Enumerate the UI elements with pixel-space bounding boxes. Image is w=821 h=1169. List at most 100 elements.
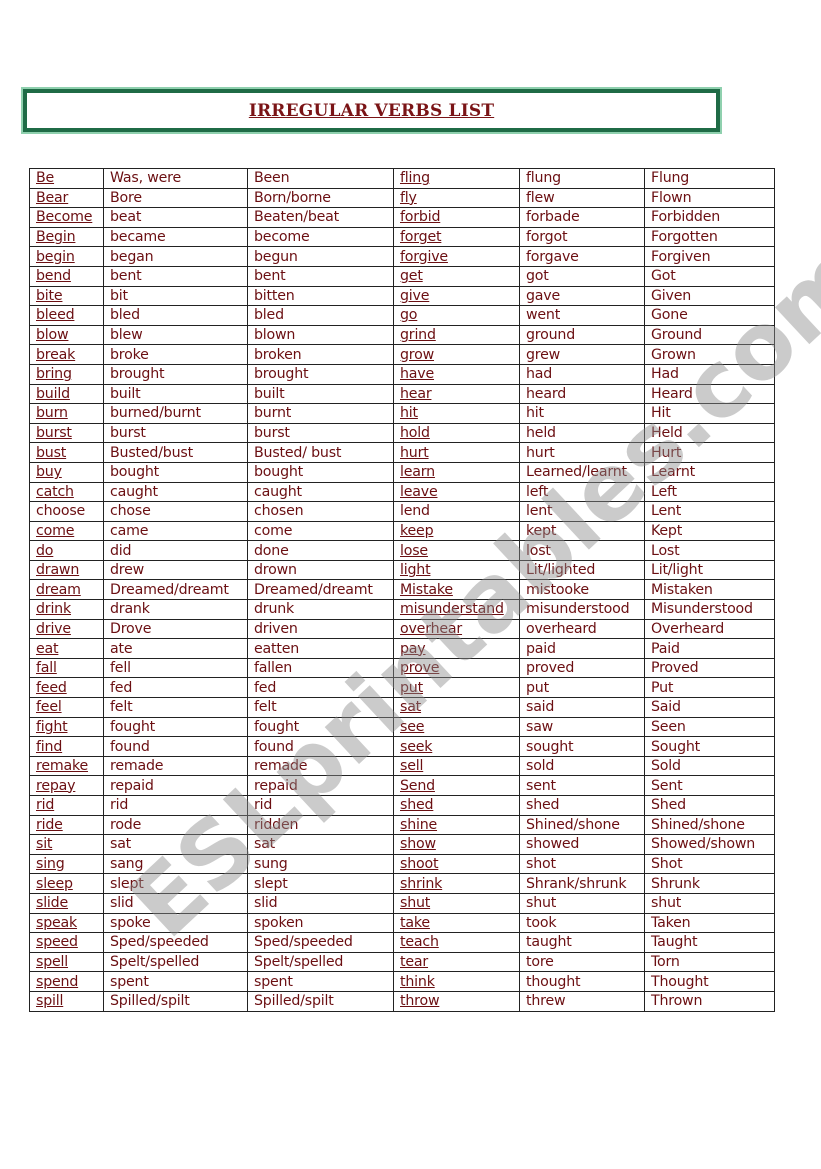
verb-link[interactable]: Begin [36, 229, 76, 245]
verb-link[interactable]: grow [400, 347, 434, 363]
verb-link[interactable]: hold [400, 425, 430, 441]
verb-form: Left [651, 483, 677, 500]
verb-link[interactable]: show [400, 836, 436, 852]
verb-link[interactable]: put [400, 680, 423, 696]
right-past-simple-cell: hurt [519, 442, 645, 463]
verb-link[interactable]: fall [36, 660, 57, 676]
verb-link[interactable]: come [36, 523, 74, 539]
verb-link[interactable]: think [400, 974, 435, 990]
verb-link[interactable]: bend [36, 268, 71, 284]
verb-link[interactable]: break [36, 347, 75, 363]
table-row: feel felt felt sat said Said [29, 697, 775, 718]
verb-link[interactable]: drive [36, 621, 71, 637]
right-past-participle-cell: Shrunk [644, 873, 775, 894]
verb-link[interactable]: forbid [400, 209, 440, 225]
verb-link[interactable]: spend [36, 974, 78, 990]
verb-link[interactable]: repay [36, 778, 76, 794]
verb-link[interactable]: sell [400, 758, 423, 774]
verb-link[interactable]: forgive [400, 249, 448, 265]
verb-link[interactable]: overhear [400, 621, 462, 637]
verb-link[interactable]: buy [36, 464, 62, 480]
verb-link[interactable]: bust [36, 445, 66, 461]
verb-link[interactable]: Mistake [400, 582, 453, 598]
verb-link[interactable]: misunderstand [400, 601, 504, 617]
verb-link[interactable]: feed [36, 680, 67, 696]
right-past-participle-cell: Grown [644, 344, 775, 365]
verb-link[interactable]: speak [36, 915, 77, 931]
verb-link[interactable]: Bear [36, 190, 68, 206]
verb-link[interactable]: hurt [400, 445, 429, 461]
verb-link[interactable]: shrink [400, 876, 442, 892]
verb-link[interactable]: drawn [36, 562, 79, 578]
verb-link[interactable]: blow [36, 327, 69, 343]
verb-link[interactable]: sit [36, 836, 53, 852]
verb-link[interactable]: go [400, 307, 418, 323]
verb-link[interactable]: sat [400, 699, 421, 715]
verb-link[interactable]: shut [400, 895, 430, 911]
verb-link[interactable]: slide [36, 895, 68, 911]
verb-link[interactable]: shed [400, 797, 434, 813]
verb-link[interactable]: spill [36, 993, 63, 1009]
verb-link[interactable]: hit [400, 405, 418, 421]
verb-link[interactable]: get [400, 268, 423, 284]
verb-link[interactable]: bring [36, 366, 72, 382]
verb-link[interactable]: drink [36, 601, 71, 617]
verb-link[interactable]: give [400, 288, 429, 304]
verb-link[interactable]: catch [36, 484, 74, 500]
verb-link[interactable]: Send [400, 778, 435, 794]
verb-link[interactable]: Be [36, 170, 54, 186]
verb-link[interactable]: feel [36, 699, 62, 715]
verb-link[interactable]: lose [400, 543, 428, 559]
verb-link[interactable]: build [36, 386, 70, 402]
verb-link[interactable]: hear [400, 386, 432, 402]
verb-link[interactable]: bleed [36, 307, 75, 323]
verb-form: spoke [110, 914, 151, 931]
verb-link[interactable]: eat [36, 641, 59, 657]
verb-link[interactable]: seek [400, 739, 432, 755]
irregular-verbs-table: Be Was, were Been fling flung Flung Bear Bore Bo… [29, 168, 775, 1012]
verb-link[interactable]: see [400, 719, 424, 735]
verb-link[interactable]: learn [400, 464, 435, 480]
verb-link[interactable]: throw [400, 993, 440, 1009]
verb-link[interactable]: ride [36, 817, 63, 833]
verb-link[interactable]: spell [36, 954, 68, 970]
verb-link[interactable]: burn [36, 405, 68, 421]
left-past-simple-cell: Busted/bust [103, 442, 248, 463]
verb-link[interactable]: leave [400, 484, 438, 500]
verb-link[interactable]: fling [400, 170, 430, 186]
verb-link[interactable]: sleep [36, 876, 73, 892]
verb-link[interactable]: find [36, 739, 62, 755]
left-past-simple-cell: rode [103, 814, 248, 836]
verb-link[interactable]: teach [400, 934, 439, 950]
verb-link[interactable]: begin [36, 249, 75, 265]
verb-link[interactable]: forget [400, 229, 442, 245]
verb-form: found [110, 738, 150, 755]
verb-link[interactable]: speed [36, 934, 78, 950]
verb-link[interactable]: fly [400, 190, 417, 206]
verb-link[interactable]: pay [400, 641, 426, 657]
verb-link[interactable]: remake [36, 758, 88, 774]
verb-link[interactable]: shoot [400, 856, 439, 872]
verb-link[interactable]: rid [36, 797, 54, 813]
verb-link[interactable]: tear [400, 954, 428, 970]
verb-link[interactable]: keep [400, 523, 434, 539]
verb-link[interactable]: Become [36, 209, 92, 225]
verb-link[interactable]: have [400, 366, 434, 382]
verb-link[interactable]: lend [400, 503, 430, 519]
verb-link[interactable]: light [400, 562, 431, 578]
verb-link[interactable]: dream [36, 582, 81, 598]
verb-link[interactable]: choose [36, 503, 85, 519]
verb-link[interactable]: fight [36, 719, 68, 735]
verb-link[interactable]: grind [400, 327, 436, 343]
verb-link[interactable]: sing [36, 856, 65, 872]
verb-link[interactable]: shine [400, 817, 437, 833]
verb-link[interactable]: burst [36, 425, 72, 441]
verb-link[interactable]: take [400, 915, 430, 931]
right-past-simple-cell: lent [519, 501, 645, 522]
left-base-form-cell: catch [29, 481, 104, 503]
right-past-participle-cell: Lost [644, 540, 775, 561]
verb-link[interactable]: do [36, 543, 54, 559]
verb-link[interactable]: prove [400, 660, 440, 676]
left-past-participle-cell: come [247, 520, 394, 542]
verb-link[interactable]: bite [36, 288, 63, 304]
